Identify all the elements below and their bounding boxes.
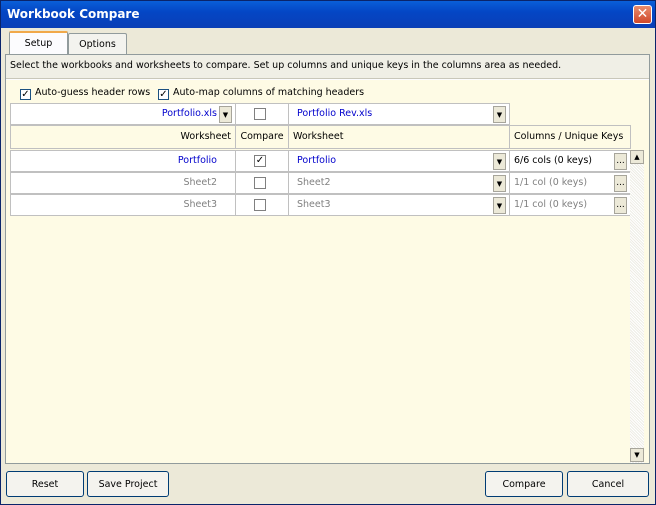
columns-keys-value: 1/1 col (0 keys)	[514, 177, 588, 188]
right-workbook-select[interactable]: Portfolio Rev.xls	[288, 103, 510, 125]
save-project-button[interactable]: Save Project	[87, 471, 169, 497]
auto-guess-label: Auto-guess header rows	[35, 87, 151, 98]
compare-header: Compare	[235, 125, 289, 149]
columns-keys-cell: 6/6 cols (0 keys)	[509, 150, 631, 172]
auto-guess-option[interactable]: ✓ Auto-guess header rows	[20, 87, 150, 100]
window-title: Workbook Compare	[7, 7, 140, 21]
table-row-right-worksheet[interactable]: Sheet2	[288, 172, 510, 194]
columns-keys-ellipsis-button[interactable]: ...	[614, 153, 627, 170]
compare-button[interactable]: Compare	[485, 471, 563, 497]
cancel-button[interactable]: Cancel	[567, 471, 649, 497]
right-worksheet-name: Sheet2	[297, 177, 331, 188]
tab-options-label: Options	[79, 39, 116, 50]
table-row-right-worksheet[interactable]: Portfolio	[288, 150, 510, 172]
instructions-text: Select the workbooks and worksheets to c…	[6, 55, 649, 79]
columns-keys-ellipsis-button[interactable]: ...	[614, 175, 627, 192]
worksheet-left-header: Worksheet	[10, 125, 236, 149]
columns-keys-header: Columns / Unique Keys	[509, 125, 631, 149]
scroll-up-icon[interactable]: ▲	[630, 150, 644, 164]
workbook-compare-window: Workbook Compare ✕ Setup Options Select …	[0, 0, 656, 505]
vertical-scrollbar[interactable]: ▲ ▼	[630, 150, 644, 463]
auto-guess-checkbox[interactable]: ✓	[20, 89, 31, 100]
close-icon[interactable]: ✕	[633, 5, 652, 24]
tab-setup[interactable]: Setup	[9, 31, 68, 55]
right-workbook-dropdown-icon[interactable]: ▼	[493, 106, 506, 123]
auto-map-checkbox[interactable]: ✓	[158, 89, 169, 100]
right-worksheet-dropdown-icon[interactable]: ▼	[493, 175, 506, 192]
auto-map-option[interactable]: ✓ Auto-map columns of matching headers	[158, 87, 364, 100]
columns-keys-cell: 1/1 col (0 keys)	[509, 172, 631, 194]
right-workbook-name: Portfolio Rev.xls	[297, 108, 373, 119]
compare-checkbox[interactable]	[254, 177, 266, 189]
compare-checkbox[interactable]: ✓	[254, 155, 266, 167]
left-worksheet-name: Sheet3	[183, 199, 217, 210]
auto-map-label: Auto-map columns of matching headers	[173, 87, 365, 98]
compare-checkbox[interactable]	[254, 199, 266, 211]
left-workbook-select[interactable]: Portfolio.xls	[10, 103, 236, 125]
tab-setup-label: Setup	[24, 38, 53, 49]
title-bar: Workbook Compare ✕	[1, 1, 655, 28]
columns-keys-ellipsis-button[interactable]: ...	[614, 197, 627, 214]
table-row-left-worksheet: Sheet3	[10, 194, 236, 216]
reset-button[interactable]: Reset	[6, 471, 84, 497]
columns-keys-value: 6/6 cols (0 keys)	[514, 155, 593, 166]
compare-all-checkbox[interactable]	[254, 108, 266, 120]
left-worksheet-name: Portfolio	[177, 155, 217, 166]
columns-keys-value: 1/1 col (0 keys)	[514, 199, 588, 210]
right-worksheet-name: Portfolio	[297, 155, 337, 166]
table-row-left-worksheet: Sheet2	[10, 172, 236, 194]
worksheet-right-header: Worksheet	[288, 125, 510, 149]
right-worksheet-dropdown-icon[interactable]: ▼	[493, 153, 506, 170]
tab-options[interactable]: Options	[68, 33, 127, 55]
table-row-left-worksheet: Portfolio	[10, 150, 236, 172]
setup-panel: Select the workbooks and worksheets to c…	[5, 54, 650, 464]
left-workbook-name: Portfolio.xls	[161, 108, 217, 119]
table-row-right-worksheet[interactable]: Sheet3	[288, 194, 510, 216]
scroll-down-icon[interactable]: ▼	[630, 448, 644, 462]
left-worksheet-name: Sheet2	[183, 177, 217, 188]
columns-keys-cell: 1/1 col (0 keys)	[509, 194, 631, 216]
left-workbook-dropdown-icon[interactable]: ▼	[219, 106, 232, 123]
right-worksheet-dropdown-icon[interactable]: ▼	[493, 197, 506, 214]
right-worksheet-name: Sheet3	[297, 199, 331, 210]
